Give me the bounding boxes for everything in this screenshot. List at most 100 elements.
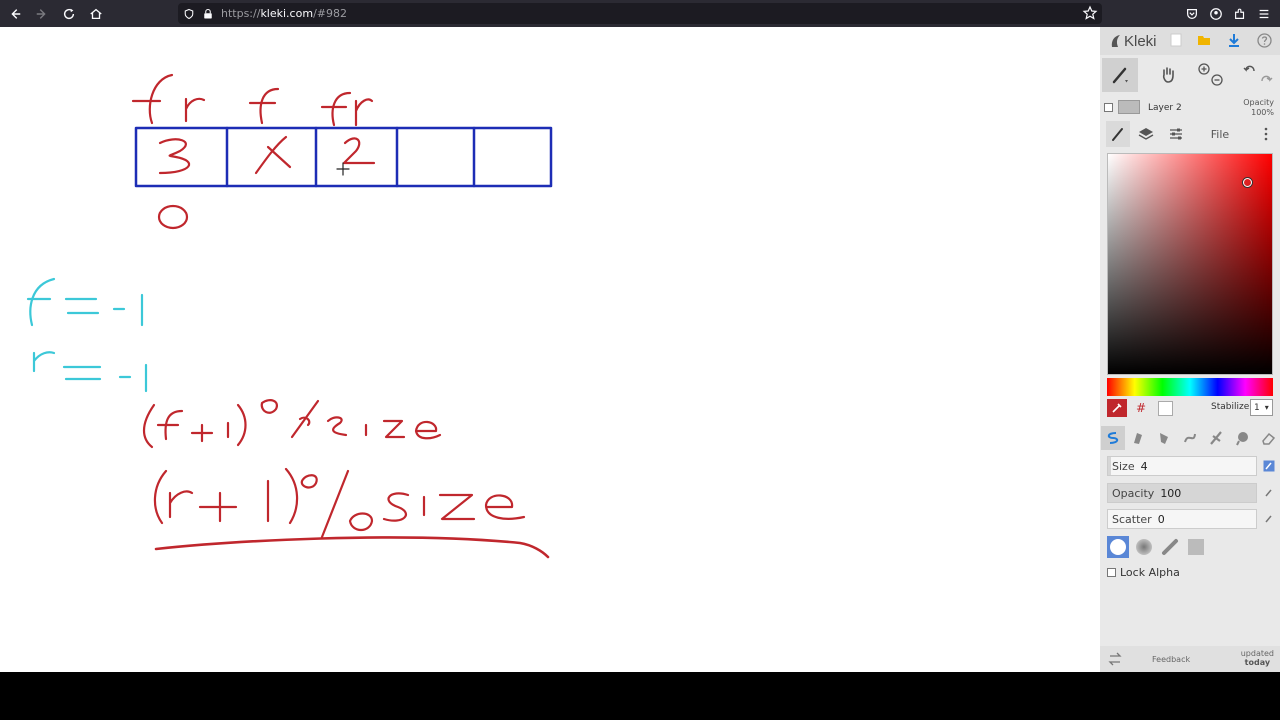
smudge-icon	[1236, 432, 1248, 446]
hand-tool-button[interactable]	[1150, 58, 1186, 92]
blend-icon	[1134, 433, 1142, 444]
pocket-icon[interactable]	[1180, 2, 1204, 26]
zoom-buttons[interactable]	[1196, 58, 1224, 92]
back-button[interactable]	[3, 2, 27, 26]
round-tip-button[interactable]	[1107, 536, 1129, 558]
chisel-tip-button[interactable]	[1159, 536, 1181, 558]
color-picker[interactable]	[1107, 153, 1273, 375]
home-icon	[90, 8, 102, 19]
updated-info[interactable]: updated today	[1241, 649, 1274, 667]
account-icon[interactable]	[1204, 2, 1228, 26]
adjust-icon	[1170, 128, 1182, 140]
brush-pixel-button[interactable]	[1178, 426, 1202, 450]
array-outline	[134, 126, 553, 188]
bookmark-star-icon[interactable]	[1082, 5, 1098, 21]
brush-eraser-button[interactable]	[1256, 426, 1280, 450]
square-tip-button[interactable]	[1185, 536, 1207, 558]
reload-button[interactable]	[57, 2, 81, 26]
browser-toolbar: https://kleki.com/#982	[0, 0, 1280, 27]
scatter-slider[interactable]: Scatter 0	[1107, 509, 1257, 529]
secondary-color-swatch[interactable]	[1155, 399, 1175, 417]
brush-chemy-button[interactable]	[1204, 426, 1228, 450]
lock-alpha-label: Lock Alpha	[1120, 566, 1180, 579]
pen-pressure-icon	[1265, 515, 1272, 523]
brush-sketchy-button[interactable]	[1152, 426, 1176, 450]
extensions-icon[interactable]	[1228, 2, 1252, 26]
help-icon[interactable]	[1256, 32, 1272, 48]
screen-bottom-edge	[0, 672, 1280, 720]
brush-smudge-button[interactable]	[1230, 426, 1254, 450]
current-layer[interactable]: Layer 2 Opacity 100%	[1100, 95, 1280, 119]
stroke-f1	[148, 73, 174, 125]
download-icon[interactable]	[1226, 32, 1242, 48]
chemy-icon	[1210, 431, 1222, 445]
tab-adjust[interactable]	[1164, 121, 1188, 147]
stabilizer-label: Stabilizer	[1211, 402, 1253, 412]
size-pressure-toggle[interactable]	[1262, 459, 1276, 473]
hex-symbol: #	[1135, 401, 1147, 415]
hue-slider[interactable]	[1107, 378, 1273, 396]
tab-file-label: File	[1210, 127, 1230, 141]
eyedropper-icon	[1112, 403, 1122, 413]
color-cursor[interactable]	[1243, 178, 1252, 187]
pen-pressure-icon	[1263, 460, 1275, 472]
app-name: Kleki	[1124, 32, 1157, 50]
brush-pen-button[interactable]	[1101, 426, 1125, 450]
lock-alpha-checkbox[interactable]	[1107, 568, 1116, 577]
url-host: kleki.com	[260, 7, 314, 20]
tab-layers[interactable]	[1134, 121, 1158, 147]
lock-icon[interactable]	[200, 6, 216, 22]
canvas-drawing	[26, 73, 553, 559]
soft-tip-button[interactable]	[1133, 536, 1155, 558]
scatter-pressure-toggle[interactable]	[1262, 512, 1276, 526]
stabilizer-select[interactable]: 1 ▾	[1250, 399, 1273, 416]
more-menu-icon[interactable]	[1256, 121, 1276, 147]
tool-row	[1100, 55, 1280, 95]
url-path: /#982	[313, 7, 347, 20]
layer-name: Layer 2	[1148, 103, 1182, 113]
shield-icon[interactable]	[181, 6, 197, 22]
layer-opacity-value: 100%	[1251, 108, 1274, 117]
opacity-pressure-toggle[interactable]	[1262, 486, 1276, 500]
url-text[interactable]: https://kleki.com/#982	[221, 7, 347, 20]
tab-brush[interactable]	[1106, 121, 1130, 147]
opacity-slider[interactable]: Opacity 100	[1107, 483, 1257, 503]
size-slider[interactable]: Size 4	[1107, 456, 1257, 476]
forward-button[interactable]	[30, 2, 54, 26]
new-image-icon[interactable]	[1168, 32, 1184, 48]
size-label: Size	[1112, 459, 1135, 473]
address-bar[interactable]: https://kleki.com/#982	[178, 3, 1102, 24]
brush-type-row	[1100, 425, 1280, 451]
tab-file[interactable]: File	[1200, 121, 1240, 147]
stabilizer-value: 1	[1254, 402, 1260, 413]
open-folder-icon[interactable]	[1196, 32, 1212, 48]
scatter-value: 0	[1157, 512, 1165, 526]
browser-actions	[1180, 2, 1276, 26]
home-button[interactable]	[84, 2, 108, 26]
layer-visible-checkbox[interactable]	[1104, 103, 1113, 112]
square-icon	[1188, 539, 1204, 555]
arrow-left-icon	[11, 8, 21, 19]
undo-redo-buttons[interactable]	[1240, 58, 1276, 92]
lock-alpha-toggle[interactable]: Lock Alpha	[1107, 566, 1180, 579]
cyan-handwriting	[26, 277, 148, 393]
updated-when: today	[1244, 658, 1271, 667]
hamburger-menu-icon[interactable]	[1252, 2, 1276, 26]
pen-pressure-icon	[1265, 489, 1272, 497]
red-handwriting	[131, 73, 550, 559]
brush-blend-button[interactable]	[1126, 426, 1150, 450]
undo-icon	[1243, 65, 1255, 72]
pen-icon	[1107, 432, 1119, 444]
kleki-logo[interactable]: Kleki	[1110, 33, 1157, 50]
hand-icon	[1162, 67, 1174, 83]
drawing-canvas[interactable]	[0, 27, 1100, 672]
color-controls: # Stabilizer 1 ▾	[1107, 399, 1273, 417]
eyedropper-button[interactable]	[1107, 399, 1127, 417]
size-value: 4	[1140, 459, 1148, 473]
kleki-logo-icon	[1111, 35, 1120, 47]
hex-input-button[interactable]: #	[1131, 399, 1151, 417]
brush-tool-button[interactable]	[1102, 58, 1138, 92]
swap-side-icon[interactable]	[1108, 652, 1122, 666]
brush-shape-row	[1107, 536, 1227, 560]
feedback-link[interactable]: Feedback	[1152, 655, 1190, 664]
